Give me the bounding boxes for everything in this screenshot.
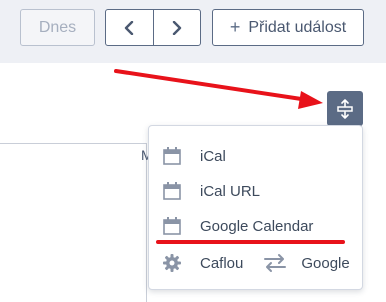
add-event-button[interactable]: + Přidat událost: [212, 9, 364, 46]
menu-item-ical-url[interactable]: iCal URL: [161, 179, 260, 203]
sync-source-label: Caflou: [200, 254, 244, 272]
add-event-label: Přidat událost: [248, 18, 347, 36]
today-button[interactable]: Dnes: [20, 9, 95, 46]
export-menu: iCal iCal URL Google Calendar Caflou Goo…: [148, 125, 363, 290]
today-button-label: Dnes: [38, 18, 77, 36]
menu-item-google-calendar[interactable]: Google Calendar: [161, 214, 313, 238]
toolbar: Dnes + Přidat událost: [0, 0, 386, 63]
calendar-panel: [0, 143, 147, 302]
menu-item-label: iCal: [200, 147, 226, 165]
menu-item-caflou-google-sync[interactable]: Caflou Google: [161, 251, 350, 275]
plus-icon: +: [229, 17, 241, 37]
calendar-icon: [161, 180, 183, 202]
annotation-underline: [156, 240, 345, 244]
swap-arrows-icon: [263, 253, 287, 273]
menu-item-label: Google Calendar: [200, 217, 314, 235]
export-toggle-button[interactable]: [327, 91, 363, 126]
next-button[interactable]: [152, 10, 201, 45]
gear-icon: [161, 252, 183, 274]
chevron-left-icon: [125, 20, 134, 35]
previous-button[interactable]: [106, 10, 153, 45]
calendar-icon: [161, 215, 183, 237]
sync-target-label: Google: [301, 254, 350, 272]
menu-item-ical[interactable]: iCal: [161, 144, 226, 168]
calendar-icon: [161, 145, 183, 167]
navigation-buttons: [105, 9, 201, 46]
chevron-right-icon: [172, 20, 181, 35]
expand-vertical-icon: [337, 98, 353, 119]
menu-item-label: iCal URL: [200, 182, 261, 200]
